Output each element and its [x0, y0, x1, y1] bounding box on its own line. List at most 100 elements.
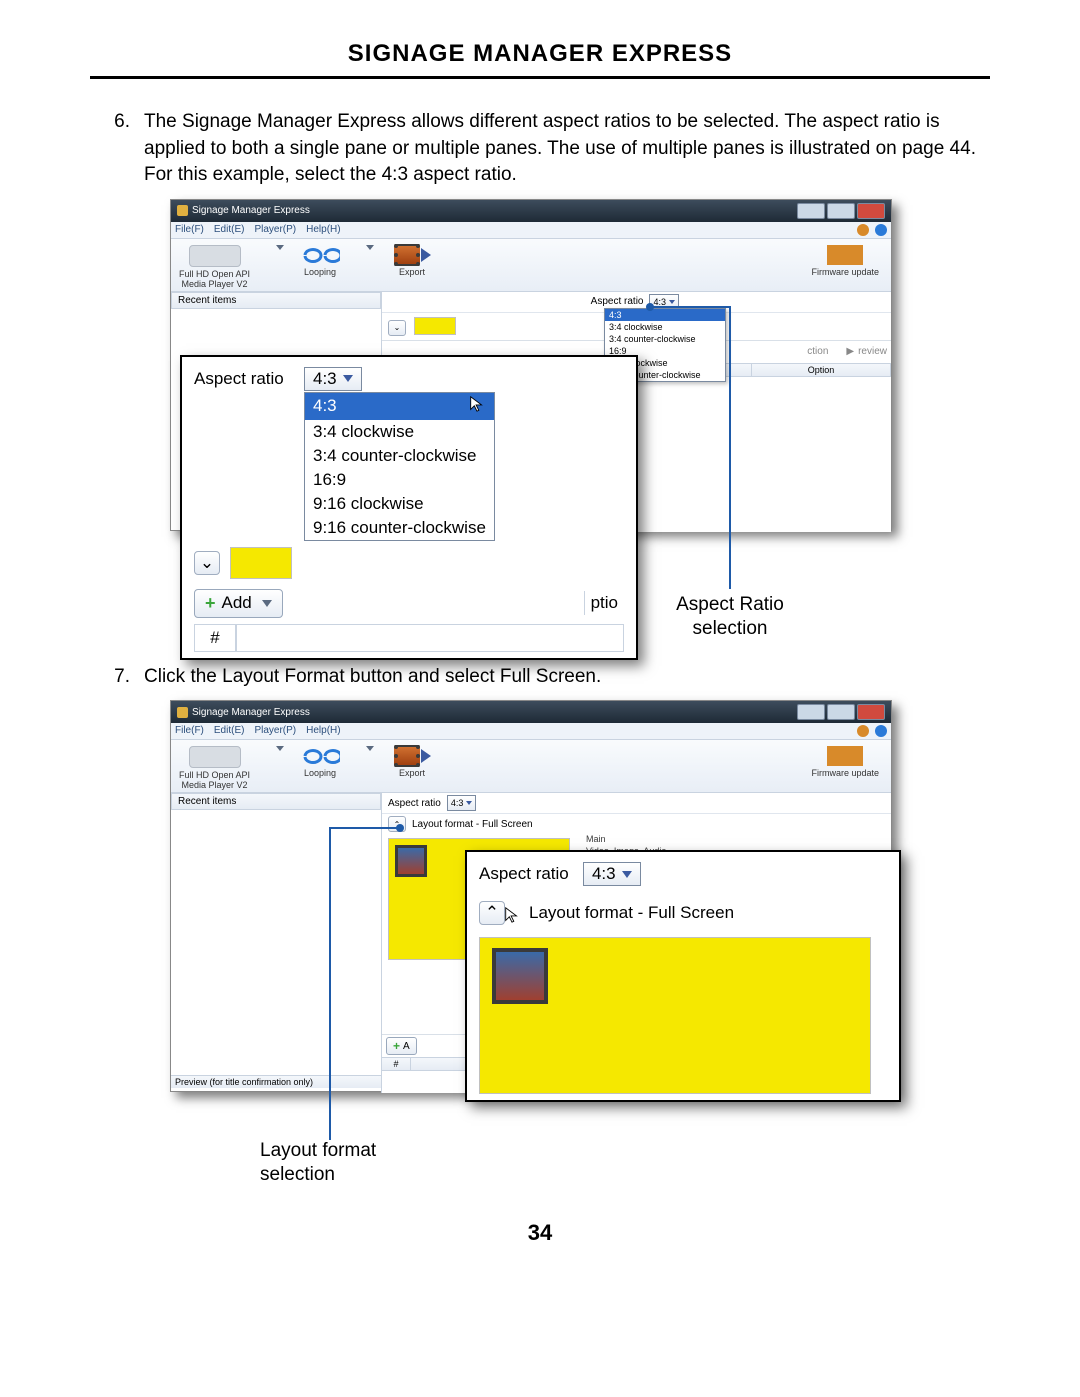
layout-format-zoom: Aspect ratio 4:3 ⌃ Layout format - Full … [465, 850, 901, 1102]
chevron-down-icon[interactable] [276, 746, 284, 751]
zoom-option-9-16-ccw[interactable]: 9:16 counter-clockwise [305, 516, 494, 540]
chevron-down-icon[interactable] [366, 245, 374, 250]
tool-player[interactable]: Full HD Open API Media Player V2 [179, 245, 250, 289]
tool-firmware-label: Firmware update [811, 267, 879, 277]
zoom-option-9-16-cw[interactable]: 9:16 clockwise [305, 492, 494, 516]
callout-layout-format: Layout formatselection [260, 1139, 410, 1187]
tool-player-label1: Full HD Open API [179, 269, 250, 279]
zoom-aspect-select[interactable]: 4:3 [304, 367, 362, 391]
menu-file[interactable]: File(F) [175, 725, 204, 737]
zoom-layout-thumb[interactable] [230, 547, 292, 579]
zoom2-collapse-button[interactable]: ⌃ [479, 901, 505, 925]
chevron-down-icon [622, 871, 632, 878]
loop-icon [300, 245, 340, 265]
step-6-num: 6. [90, 109, 144, 189]
maximize-button[interactable] [827, 203, 855, 219]
toolbar-2: Full HD Open API Media Player V2 Looping… [171, 740, 891, 793]
col-option: Option [752, 364, 891, 376]
zoom2-layout-label: Layout format - Full Screen [529, 903, 734, 923]
plus-icon: + [393, 1039, 400, 1053]
player-icon [189, 245, 241, 267]
col-hash: # [382, 1058, 411, 1070]
export-icon [390, 746, 434, 766]
help-icon[interactable] [857, 224, 869, 236]
action-fragment: ction [807, 346, 828, 357]
aspect-option-4-3[interactable]: 4:3 [605, 309, 725, 321]
step-7: 7. Click the Layout Format button and se… [90, 664, 990, 691]
minimize-button[interactable] [797, 704, 825, 720]
menu-edit[interactable]: Edit(E) [214, 224, 245, 236]
help-icon[interactable] [857, 725, 869, 737]
recent-items-header: Recent items [171, 292, 381, 309]
chevron-down-icon [669, 300, 675, 304]
zoom2-layout-preview[interactable] [479, 937, 871, 1094]
aspect-ratio-select[interactable]: 4:3 [447, 795, 477, 811]
recent-items-header: Recent items [171, 793, 381, 810]
menu-player[interactable]: Player(P) [254, 224, 296, 236]
menubar-2: File(F) Edit(E) Player(P) Help(H) [171, 723, 891, 740]
aspect-ratio-value: 4:3 [653, 297, 666, 307]
menubar: File(F) Edit(E) Player(P) Help(H) [171, 222, 891, 239]
zoom2-aspect-select[interactable]: 4:3 [583, 862, 641, 886]
tool-player-label2: Media Player V2 [179, 279, 250, 289]
zoom-option-3-4-ccw[interactable]: 3:4 counter-clockwise [305, 444, 494, 468]
maximize-button[interactable] [827, 704, 855, 720]
layout-thumbnail[interactable] [414, 317, 456, 335]
aspect-ratio-zoom: Aspect ratio 4:3 4:3 3:4 clockwise 3:4 c… [180, 355, 638, 660]
tool-firmware[interactable]: Firmware update [811, 746, 879, 778]
page-number: 34 [90, 1220, 990, 1246]
menu-player[interactable]: Player(P) [254, 725, 296, 737]
step-6-text: The Signage Manager Express allows diffe… [144, 109, 990, 189]
chevron-down-icon[interactable] [366, 746, 374, 751]
chevron-down-icon [262, 600, 272, 607]
info-icon[interactable] [875, 224, 887, 236]
window-title: Signage Manager Express [192, 205, 310, 216]
firmware-icon [827, 746, 863, 766]
zoom-option-4-3[interactable]: 4:3 [305, 393, 494, 420]
tool-looping[interactable]: Looping [300, 746, 340, 778]
menu-help[interactable]: Help(H) [306, 725, 340, 737]
window-titlebar: Signage Manager Express [171, 200, 891, 222]
tool-export-label: Export [390, 267, 434, 277]
cursor-icon [503, 906, 521, 929]
zoom-expand-button[interactable]: ⌄ [194, 551, 220, 575]
zoom2-aspect-label: Aspect ratio [479, 864, 569, 883]
menu-file[interactable]: File(F) [175, 224, 204, 236]
tool-export[interactable]: Export [390, 746, 434, 778]
preview-bar: Preview (for title confirmation only) [171, 1075, 381, 1088]
chevron-down-icon [343, 375, 353, 382]
menu-help[interactable]: Help(H) [306, 224, 340, 236]
page-title: Signage Manager Express [90, 40, 990, 79]
chevron-down-icon[interactable] [276, 245, 284, 250]
app-icon [177, 205, 188, 216]
zoom-add-label: Add [222, 593, 252, 613]
info-icon[interactable] [875, 725, 887, 737]
step-7-text: Click the Layout Format button and selec… [144, 664, 990, 691]
tool-firmware[interactable]: Firmware update [811, 245, 879, 277]
add-button[interactable]: +A [386, 1037, 417, 1055]
collapse-button[interactable]: ⌃ [388, 816, 406, 832]
zoom-option-3-4-cw[interactable]: 3:4 clockwise [305, 420, 494, 444]
zoom-aspect-value: 4:3 [313, 369, 337, 389]
zoom-add-button[interactable]: + Add [194, 589, 283, 618]
tool-looping-label: Looping [300, 267, 340, 277]
close-button[interactable] [857, 203, 885, 219]
export-icon [390, 245, 434, 265]
minimize-button[interactable] [797, 203, 825, 219]
tool-player[interactable]: Full HD Open API Media Player V2 [179, 746, 250, 790]
expand-button[interactable]: ⌄ [388, 320, 406, 336]
aspect-ratio-label: Aspect ratio [388, 798, 441, 809]
window-titlebar-2: Signage Manager Express [171, 701, 891, 723]
close-button[interactable] [857, 704, 885, 720]
aspect-option-3-4-ccw[interactable]: 3:4 counter-clockwise [605, 333, 725, 345]
review-fragment: review [858, 346, 887, 357]
menu-edit[interactable]: Edit(E) [214, 725, 245, 737]
step-6: 6. The Signage Manager Express allows di… [90, 109, 990, 189]
zoom-option-16-9[interactable]: 16:9 [305, 468, 494, 492]
aspect-option-3-4-cw[interactable]: 3:4 clockwise [605, 321, 725, 333]
tool-looping[interactable]: Looping [300, 245, 340, 277]
cursor-icon [468, 395, 486, 418]
tool-export[interactable]: Export [390, 245, 434, 277]
callout-aspect-ratio: Aspect Ratioselection [660, 593, 800, 641]
media-thumb-icon [492, 948, 548, 1004]
